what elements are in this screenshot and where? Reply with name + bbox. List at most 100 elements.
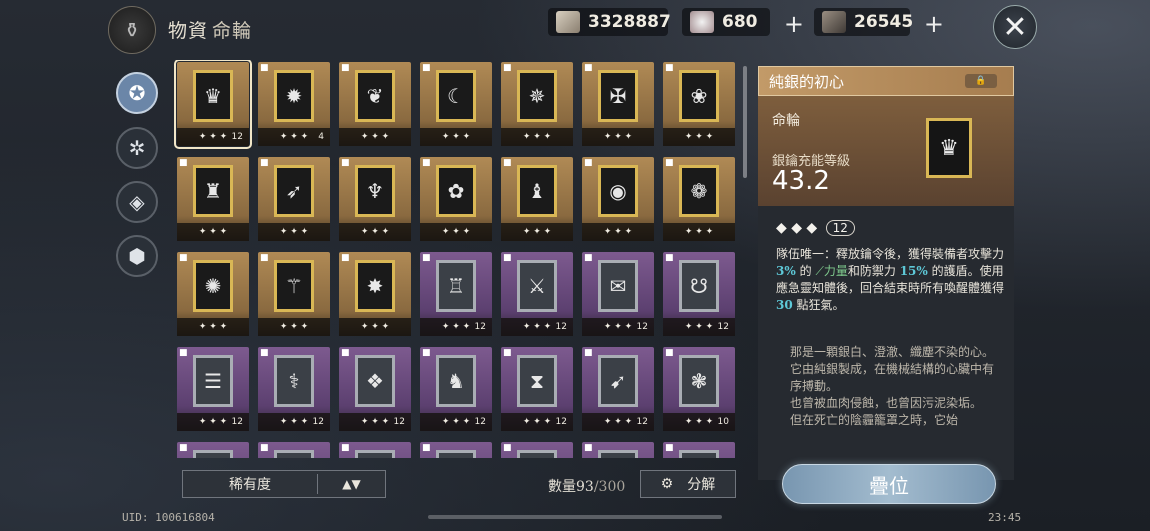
item-stars: ✦ ✦ ✦ <box>603 227 633 237</box>
item-card[interactable]: ■ ⚕ ✦ ✦ ✦ 12 <box>258 347 330 431</box>
item-card[interactable]: ■ ✺ ✦ ✦ ✦ <box>177 252 249 336</box>
item-card[interactable]: ■ ◉ ✦ ✦ ✦ <box>582 157 654 241</box>
lock-toggle-button[interactable]: 🔒 <box>965 74 997 88</box>
page-title-sub: 命輪 <box>212 20 253 42</box>
item-stars: ✦ ✦ ✦ <box>522 227 552 237</box>
item-card[interactable]: ■ ♝ ✦ ✦ ✦ <box>501 157 573 241</box>
item-footer: ✦ ✦ ✦ <box>339 128 411 146</box>
sort-dropdown[interactable]: 稀有度 ▲▼ <box>182 470 386 498</box>
decompose-label: 分解 <box>687 477 716 493</box>
lock-icon: ■ <box>584 253 593 263</box>
item-card[interactable]: ■ ➹ ✦ ✦ ✦ 12 <box>582 347 654 431</box>
decompose-icon: ⚙ <box>660 476 674 492</box>
item-stars: ✦ ✦ ✦ <box>684 227 714 237</box>
item-art: ✿ <box>436 165 476 217</box>
item-card[interactable]: ■ ♖ ✦ ✦ ✦ 12 <box>420 252 492 336</box>
item-count: 12 <box>717 322 729 332</box>
item-art: ➹ <box>598 355 638 407</box>
item-card[interactable]: ■ <box>663 442 735 458</box>
item-card[interactable]: ■ ☰ ✦ ✦ ✦ 12 <box>177 347 249 431</box>
item-card[interactable]: ■ ⚚ ✦ ✦ ✦ <box>258 252 330 336</box>
item-card[interactable]: ■ ❃ ✦ ✦ ✦ 10 <box>663 347 735 431</box>
item-footer: ✦ ✦ ✦ <box>339 223 411 241</box>
sort-order-icon[interactable]: ▲▼ <box>318 477 385 491</box>
item-stars: ✦ ✦ ✦ <box>279 132 309 142</box>
item-card[interactable]: ■ ☾ ✦ ✦ ✦ <box>420 62 492 146</box>
item-footer: ✦ ✦ ✦ 4 <box>258 128 330 146</box>
resource-shard-value: 26545 <box>854 12 914 32</box>
item-art: ❦ <box>355 70 395 122</box>
item-card[interactable]: ■ ♞ ✦ ✦ ✦ 12 <box>420 347 492 431</box>
nav-hexagon[interactable]: ✲ <box>116 127 158 169</box>
item-count: 12 <box>555 322 567 332</box>
item-card[interactable]: ■ <box>420 442 492 458</box>
nav-compass[interactable]: ✪ <box>116 72 158 114</box>
effect-text-2: 的 <box>799 264 812 278</box>
lock-icon: ■ <box>422 348 431 358</box>
lock-icon: ■ <box>341 443 350 453</box>
item-card[interactable]: ■ <box>258 442 330 458</box>
item-card[interactable]: ■ ✵ ✦ ✦ ✦ <box>501 62 573 146</box>
lock-icon: ■ <box>341 63 350 73</box>
lock-icon: ■ <box>503 63 512 73</box>
item-card[interactable]: ■ <box>177 442 249 458</box>
lock-icon: ■ <box>503 443 512 453</box>
lock-icon: ■ <box>584 158 593 168</box>
item-card[interactable]: ■ ✿ ✦ ✦ ✦ <box>420 157 492 241</box>
bottom-scroll-indicator <box>428 515 722 519</box>
effect-highlight-1: 3% <box>776 264 796 278</box>
item-art: ✸ <box>355 260 395 312</box>
item-footer: ✦ ✦ ✦ 12 <box>420 413 492 431</box>
item-card[interactable]: ■ ✉ ✦ ✦ ✦ 12 <box>582 252 654 336</box>
clock: 23:45 <box>988 511 1022 524</box>
item-card[interactable]: ♛ ✦ ✦ ✦ 12 <box>174 60 252 149</box>
item-card[interactable]: ■ ✹ ✦ ✦ ✦ 4 <box>258 62 330 146</box>
item-art: ❖ <box>355 355 395 407</box>
item-footer: ✦ ✦ ✦ 12 <box>582 318 654 336</box>
item-card[interactable]: ■ ⧗ ✦ ✦ ✦ 12 <box>501 347 573 431</box>
lock-icon: ■ <box>260 348 269 358</box>
item-art: ♖ <box>436 260 476 312</box>
item-card[interactable]: ■ ➶ ✦ ✦ ✦ <box>258 157 330 241</box>
item-card[interactable]: ■ <box>339 442 411 458</box>
stack-button[interactable]: 疊位 <box>782 464 996 504</box>
item-art: ♞ <box>436 355 476 407</box>
item-card[interactable]: ■ ♆ ✦ ✦ ✦ <box>339 157 411 241</box>
inventory-logo-icon: ⚱ <box>108 6 156 54</box>
item-card[interactable]: ■ ❦ ✦ ✦ ✦ <box>339 62 411 146</box>
item-card[interactable]: ■ ✸ ✦ ✦ ✦ <box>339 252 411 336</box>
item-footer: ✦ ✦ ✦ 10 <box>663 413 735 431</box>
sort-label: 稀有度 <box>229 477 271 493</box>
lock-icon: ■ <box>260 443 269 453</box>
nav-cube[interactable]: ⬢ <box>116 235 158 277</box>
item-count: 12 <box>393 417 405 427</box>
item-card[interactable]: ■ ❖ ✦ ✦ ✦ 12 <box>339 347 411 431</box>
page-title-main: 物資 <box>168 20 209 42</box>
lock-icon: ■ <box>341 158 350 168</box>
item-card[interactable]: ■ <box>501 442 573 458</box>
item-footer: ✦ ✦ ✦ 12 <box>501 413 573 431</box>
item-art: ⧗ <box>517 355 557 407</box>
item-stars: ✦ ✦ ✦ <box>441 322 471 332</box>
item-art <box>598 450 638 458</box>
item-art <box>517 450 557 458</box>
lock-icon: ■ <box>665 443 674 453</box>
item-card[interactable]: ■ ☋ ✦ ✦ ✦ 12 <box>663 252 735 336</box>
item-card[interactable]: ■ ❀ ✦ ✦ ✦ <box>663 62 735 146</box>
lock-icon: ■ <box>584 443 593 453</box>
grid-scrollbar[interactable] <box>743 66 747 178</box>
decompose-button[interactable]: ⚙ 分解 <box>640 470 736 498</box>
item-card[interactable]: ■ ⚔ ✦ ✦ ✦ 12 <box>501 252 573 336</box>
item-count: 12 <box>474 322 486 332</box>
nav-diamond[interactable]: ◈ <box>116 181 158 223</box>
item-card[interactable]: ■ <box>582 442 654 458</box>
lock-icon: ■ <box>665 253 674 263</box>
lock-icon: ■ <box>422 443 431 453</box>
item-card[interactable]: ■ ❁ ✦ ✦ ✦ <box>663 157 735 241</box>
add-shard-button[interactable]: + <box>924 10 944 38</box>
item-card[interactable]: ■ ✠ ✦ ✦ ✦ <box>582 62 654 146</box>
item-card[interactable]: ■ ♜ ✦ ✦ ✦ <box>177 157 249 241</box>
close-button[interactable]: ✕ <box>993 5 1037 49</box>
add-ore-button[interactable]: + <box>784 10 804 38</box>
item-footer: ✦ ✦ ✦ 12 <box>177 413 249 431</box>
